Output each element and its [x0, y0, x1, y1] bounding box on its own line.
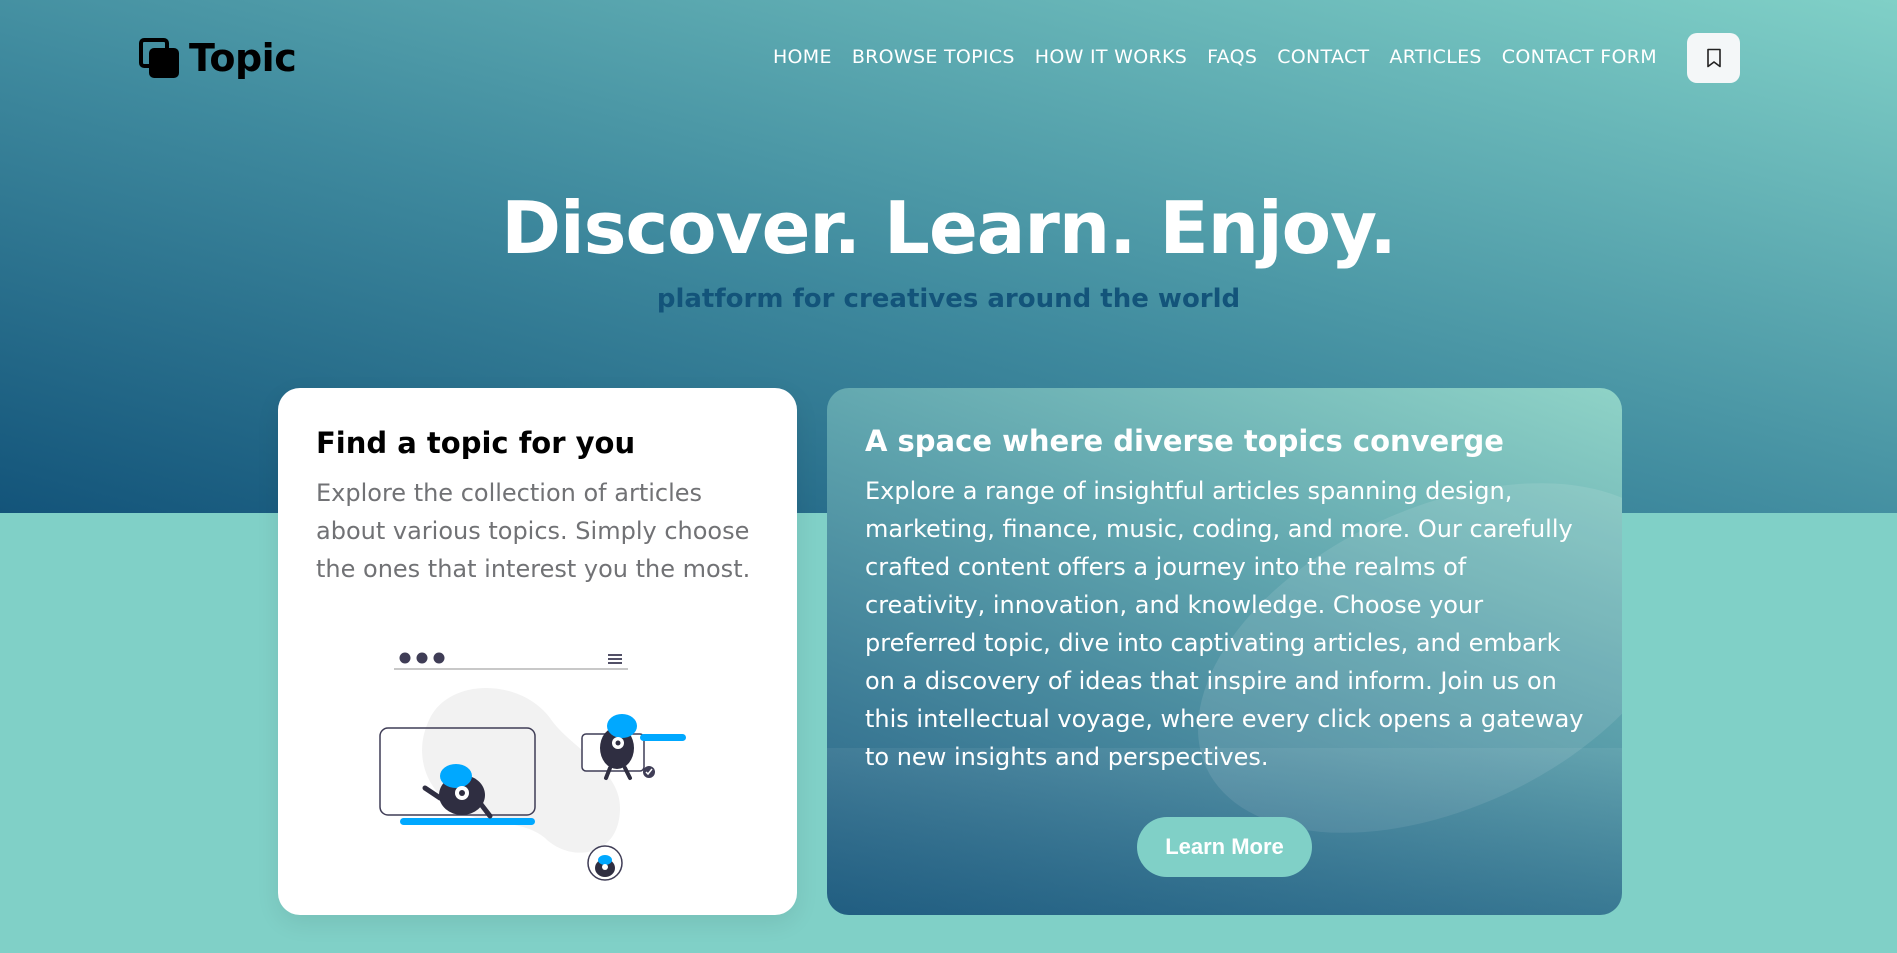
- nav-item-browse-topics[interactable]: BROWSE TOPICS: [842, 46, 1025, 68]
- card-description: Explore the collection of articles about…: [316, 479, 751, 583]
- logo-icon: [139, 36, 181, 80]
- navbar: Topic HOME BROWSE TOPICS HOW IT WORKS FA…: [0, 0, 1897, 120]
- hero-title: Discover. Learn. Enjoy.: [501, 186, 1397, 270]
- brand-logo[interactable]: Topic: [139, 36, 297, 80]
- brand-name: Topic: [189, 36, 297, 80]
- topics-illustration: [379, 652, 686, 881]
- nav-item-faqs[interactable]: FAQS: [1197, 46, 1267, 68]
- card-title: A space where diverse topics converge: [865, 424, 1504, 458]
- nav-item-contact[interactable]: CONTACT: [1267, 46, 1379, 68]
- nav-item-contact-form[interactable]: CONTACT FORM: [1492, 46, 1667, 68]
- nav-item-home[interactable]: HOME: [763, 46, 842, 68]
- bookmark-icon: [1706, 48, 1721, 68]
- about-card: A space where diverse topics converge Ex…: [827, 388, 1622, 915]
- nav-item-articles[interactable]: ARTICLES: [1379, 46, 1491, 68]
- bookmark-button[interactable]: [1687, 33, 1740, 83]
- card-title: Find a topic for you: [316, 426, 636, 460]
- nav-item-how-it-works[interactable]: HOW IT WORKS: [1025, 46, 1197, 68]
- learn-more-button[interactable]: Learn More: [1137, 817, 1312, 877]
- card-description: Explore a range of insightful articles s…: [865, 477, 1584, 771]
- hero-subtitle: platform for creatives around the world: [656, 284, 1241, 314]
- topic-finder-card: Find a topic for you Explore the collect…: [278, 388, 797, 915]
- main-menu: HOME BROWSE TOPICS HOW IT WORKS FAQS CON…: [763, 46, 1667, 68]
